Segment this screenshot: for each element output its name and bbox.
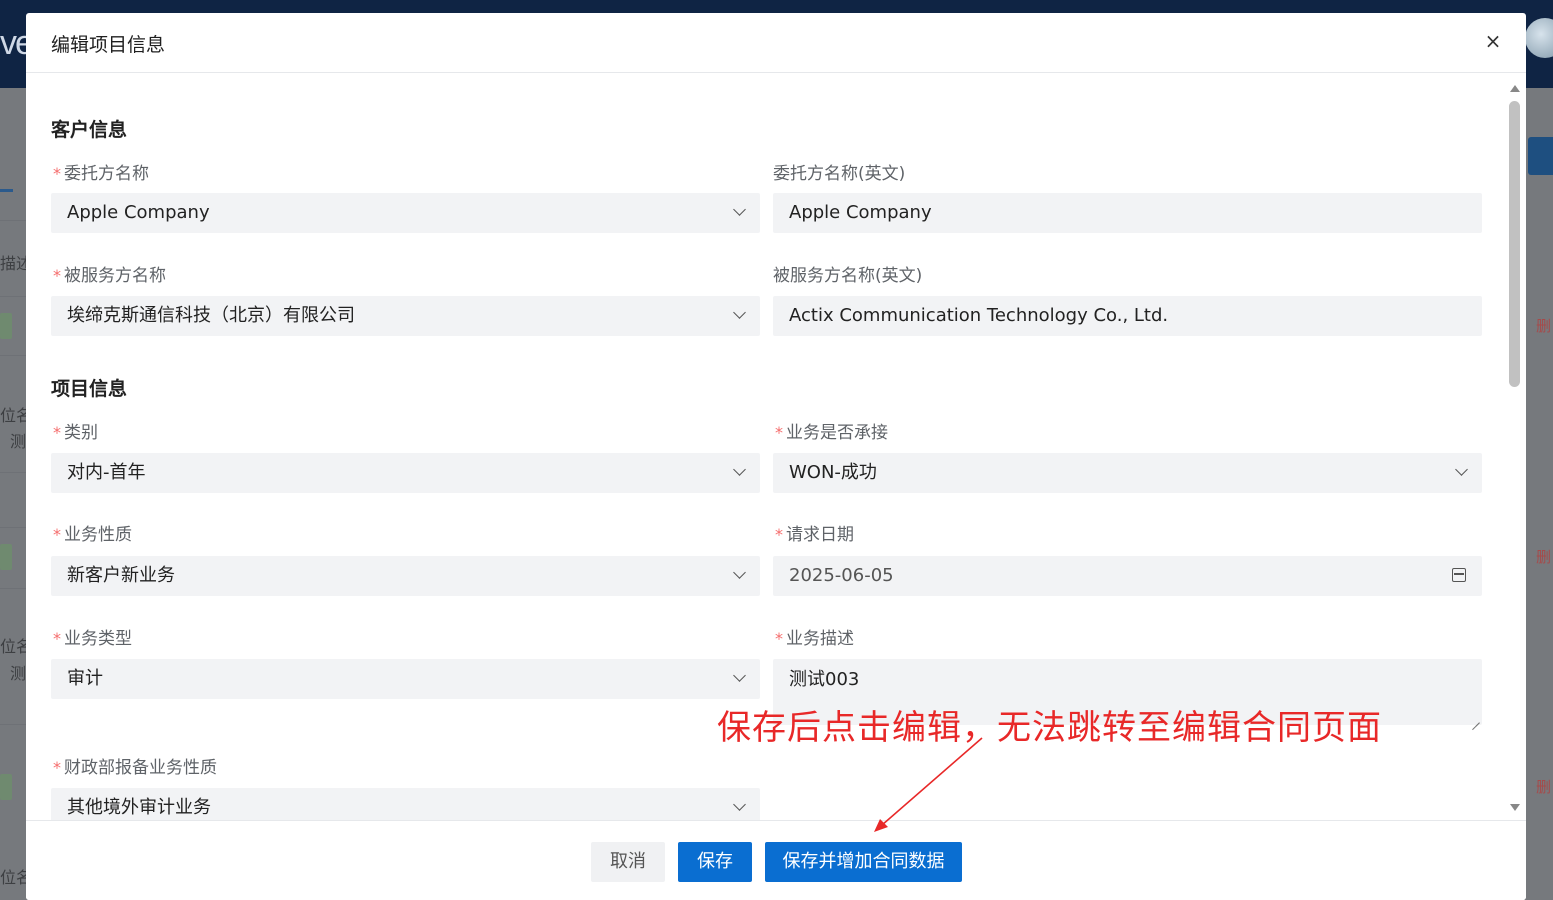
served-name-en-label: 被服务方名称(英文) xyxy=(773,266,923,286)
calendar-icon xyxy=(1452,568,1466,582)
category-select[interactable]: 对内-首年 xyxy=(51,453,760,493)
category-label: * 类别 xyxy=(53,423,98,443)
category-value: 对内-首年 xyxy=(67,462,146,483)
client-name-select[interactable]: Apple Company xyxy=(51,193,760,233)
accepted-value: WON-成功 xyxy=(789,462,877,483)
accepted-select[interactable]: WON-成功 xyxy=(773,453,1482,493)
chevron-down-icon xyxy=(733,203,746,216)
dialog-scrollbar[interactable] xyxy=(1508,85,1522,811)
status-tag-fragment xyxy=(0,774,12,800)
chevron-down-icon xyxy=(733,669,746,682)
dialog-title: 编辑项目信息 xyxy=(51,34,166,56)
table-row-divider xyxy=(0,355,26,356)
client-name-label: * 委托方名称 xyxy=(53,164,149,184)
nature-value: 新客户新业务 xyxy=(67,565,175,586)
delete-link-fragment[interactable]: 删 xyxy=(1536,546,1551,567)
cancel-button[interactable]: 取消 xyxy=(591,842,665,882)
status-tag-fragment xyxy=(0,544,12,570)
table-row-divider xyxy=(0,296,26,297)
table-row-divider xyxy=(0,527,26,528)
dialog-footer: 取消 保存 保存并增加合同数据 xyxy=(26,820,1526,900)
description-value: 测试003 xyxy=(789,669,860,690)
table-row-divider xyxy=(0,588,26,589)
request-date-value: 2025-06-05 xyxy=(789,565,894,586)
chevron-down-icon xyxy=(733,463,746,476)
client-name-value: Apple Company xyxy=(67,202,210,223)
active-tab-indicator xyxy=(0,189,13,192)
table-row-divider xyxy=(0,724,26,725)
mof-nature-select[interactable]: 其他境外审计业务 xyxy=(51,788,760,820)
type-select[interactable]: 审计 xyxy=(51,659,760,699)
type-label: * 业务类型 xyxy=(53,629,132,649)
chevron-down-icon xyxy=(733,566,746,579)
served-name-select[interactable]: 埃缔克斯通信科技（北京）有限公司 xyxy=(51,296,760,336)
scroll-thumb[interactable] xyxy=(1509,101,1520,387)
scroll-down-arrow-icon[interactable] xyxy=(1510,804,1520,811)
client-name-en-field[interactable]: Apple Company xyxy=(773,193,1482,233)
client-name-en-label: 委托方名称(英文) xyxy=(773,164,906,184)
user-avatar[interactable] xyxy=(1525,18,1553,58)
annotation-text: 保存后点击编辑，无法跳转至编辑合同页面 xyxy=(717,708,1382,748)
chevron-down-icon xyxy=(733,306,746,319)
table-row-divider xyxy=(0,472,26,473)
annotation-arrow-icon xyxy=(874,737,983,832)
save-and-add-contract-button[interactable]: 保存并增加合同数据 xyxy=(765,842,962,882)
accepted-label: * 业务是否承接 xyxy=(775,423,888,443)
delete-link-fragment[interactable]: 删 xyxy=(1536,315,1551,336)
request-date-picker[interactable]: 2025-06-05 xyxy=(773,556,1482,596)
table-cell-fragment: 测 xyxy=(10,432,27,451)
scroll-up-arrow-icon[interactable] xyxy=(1510,85,1520,92)
table-row-divider xyxy=(0,220,26,221)
served-name-value: 埃缔克斯通信科技（北京）有限公司 xyxy=(67,305,355,326)
delete-link-fragment[interactable]: 删 xyxy=(1536,776,1551,797)
client-name-en-value: Apple Company xyxy=(789,202,932,223)
save-button[interactable]: 保存 xyxy=(678,842,752,882)
mof-nature-label: * 财政部报备业务性质 xyxy=(53,758,217,778)
section-title-customer: 客户信息 xyxy=(51,119,128,141)
dialog-header: 编辑项目信息 × xyxy=(26,13,1526,73)
bg-action-button[interactable] xyxy=(1528,137,1553,175)
edit-project-dialog: 编辑项目信息 × 客户信息 * 委托方名称 Apple Company 委托方名称… xyxy=(26,13,1526,900)
section-title-project: 项目信息 xyxy=(51,378,128,400)
chevron-down-icon xyxy=(1455,463,1468,476)
nature-label: * 业务性质 xyxy=(53,525,132,545)
nature-select[interactable]: 新客户新业务 xyxy=(51,556,760,596)
table-cell-fragment: 测 xyxy=(10,664,27,683)
served-name-label: * 被服务方名称 xyxy=(53,266,166,286)
served-name-en-value: Actix Communication Technology Co., Ltd. xyxy=(789,305,1169,326)
type-value: 审计 xyxy=(67,668,103,689)
description-label: * 业务描述 xyxy=(775,629,854,649)
chevron-down-icon xyxy=(733,798,746,811)
served-name-en-field[interactable]: Actix Communication Technology Co., Ltd. xyxy=(773,296,1482,336)
request-date-label: * 请求日期 xyxy=(775,525,854,545)
mof-nature-value: 其他境外审计业务 xyxy=(67,797,211,818)
status-tag-fragment xyxy=(0,313,12,339)
resize-grip-icon[interactable] xyxy=(1471,714,1480,723)
close-icon[interactable]: × xyxy=(1484,31,1502,51)
